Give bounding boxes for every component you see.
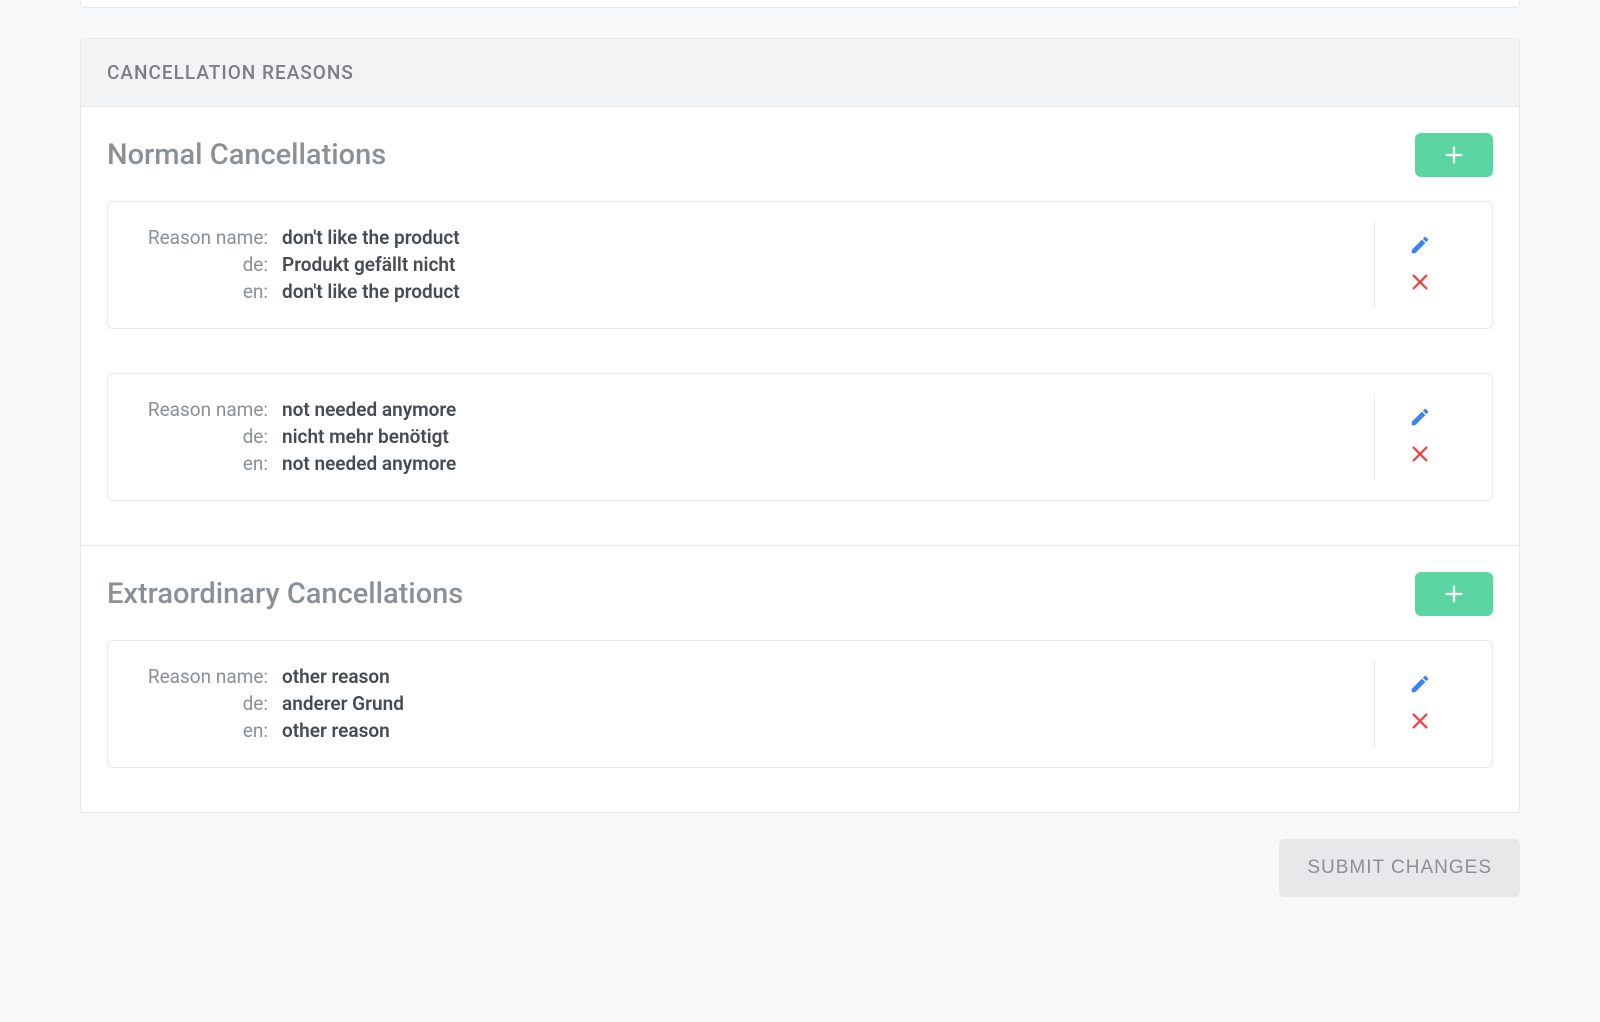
add-extraordinary-reason-button[interactable] (1415, 572, 1493, 616)
reason-de-value: nicht mehr benötigt (282, 425, 449, 448)
close-icon (1409, 271, 1431, 293)
delete-reason-button[interactable] (1403, 704, 1437, 741)
pencil-icon (1409, 406, 1431, 428)
reason-en-value: not needed anymore (282, 452, 456, 475)
footer-actions: SUBMIT CHANGES (80, 839, 1520, 897)
reason-name-label: Reason name: (136, 398, 282, 421)
delete-reason-button[interactable] (1403, 437, 1437, 474)
edit-reason-button[interactable] (1403, 667, 1437, 704)
reason-de-label: de: (136, 253, 282, 276)
previous-card-bottom-edge (80, 0, 1520, 8)
reason-de-value: anderer Grund (282, 692, 404, 715)
reason-name-label: Reason name: (136, 226, 282, 249)
reason-de-label: de: (136, 692, 282, 715)
section-normal-cancellations: Normal Cancellations Reason name: don't … (81, 107, 1519, 546)
reason-en-label: en: (136, 280, 282, 303)
close-icon (1409, 443, 1431, 465)
section-heading-normal: Normal Cancellations (107, 138, 386, 172)
pencil-icon (1409, 234, 1431, 256)
reason-de-label: de: (136, 425, 282, 448)
reason-card: Reason name: not needed anymore de: nich… (107, 373, 1493, 501)
reason-card: Reason name: don't like the product de: … (107, 201, 1493, 329)
plus-icon (1443, 583, 1465, 605)
reason-en-value: don't like the product (282, 280, 460, 303)
plus-icon (1443, 144, 1465, 166)
card-header: CANCELLATION REASONS (81, 39, 1519, 107)
cancellation-reasons-card: CANCELLATION REASONS Normal Cancellation… (80, 38, 1520, 813)
delete-reason-button[interactable] (1403, 265, 1437, 302)
reason-card: Reason name: other reason de: anderer Gr… (107, 640, 1493, 768)
reason-de-value: Produkt gefällt nicht (282, 253, 455, 276)
reason-en-value: other reason (282, 719, 390, 742)
edit-reason-button[interactable] (1403, 400, 1437, 437)
card-title: CANCELLATION REASONS (107, 61, 1493, 84)
reason-name-value: don't like the product (282, 226, 460, 249)
reason-en-label: en: (136, 719, 282, 742)
section-heading-extraordinary: Extraordinary Cancellations (107, 577, 463, 611)
close-icon (1409, 710, 1431, 732)
reason-name-label: Reason name: (136, 665, 282, 688)
reason-en-label: en: (136, 452, 282, 475)
reason-name-value: not needed anymore (282, 398, 456, 421)
reason-name-value: other reason (282, 665, 390, 688)
add-normal-reason-button[interactable] (1415, 133, 1493, 177)
section-extraordinary-cancellations: Extraordinary Cancellations Reason name:… (81, 546, 1519, 812)
edit-reason-button[interactable] (1403, 228, 1437, 265)
submit-changes-button[interactable]: SUBMIT CHANGES (1279, 839, 1520, 897)
pencil-icon (1409, 673, 1431, 695)
